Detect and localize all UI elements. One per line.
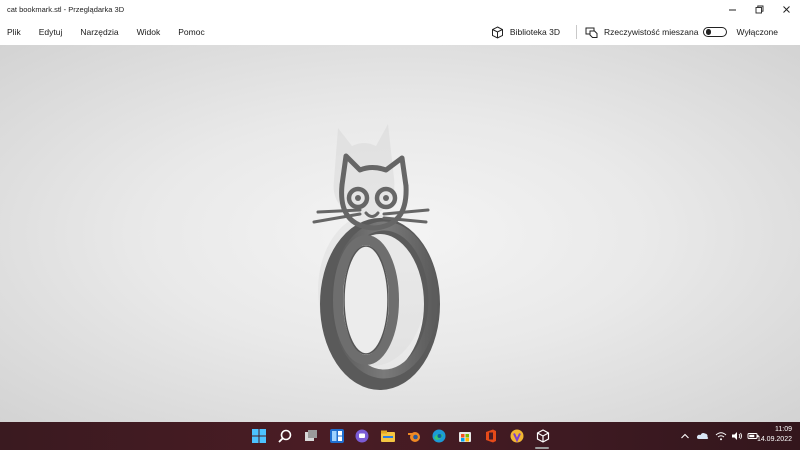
clock-time: 11:09 (775, 426, 792, 433)
clock-date: 14.09.2022 (756, 436, 792, 443)
cat-bookmark-model[interactable] (0, 45, 800, 422)
task-view-icon[interactable] (302, 427, 319, 444)
vpn-icon[interactable] (508, 427, 525, 444)
edge-icon[interactable] (430, 427, 447, 444)
library-3d-button[interactable]: Biblioteka 3D (491, 25, 561, 39)
mixed-reality-toggle[interactable] (702, 27, 727, 37)
mixed-reality-button[interactable]: Rzeczywistość mieszana (585, 26, 699, 39)
menu-right-group: Biblioteka 3D Rzeczywistość mieszana Wył… (491, 19, 778, 45)
3d-viewer-icon[interactable] (534, 427, 551, 444)
maximize-button[interactable] (746, 0, 773, 19)
cloud-icon[interactable] (696, 431, 710, 441)
menu-divider (576, 25, 578, 39)
windows-start-icon[interactable] (250, 427, 267, 444)
title-bar: cat bookmark.stl - Przeglądarka 3D (0, 0, 800, 19)
menu-tools[interactable]: Narzędzia (80, 27, 118, 37)
window-controls (719, 0, 800, 19)
wifi-icon[interactable] (715, 431, 727, 441)
file-explorer-icon[interactable] (379, 427, 396, 444)
cube-icon (491, 25, 503, 39)
menu-edit[interactable]: Edytuj (39, 27, 63, 37)
blender-icon[interactable] (405, 427, 422, 444)
system-tray (680, 422, 760, 450)
menu-help[interactable]: Pomoc (178, 27, 204, 37)
library-3d-label: Biblioteka 3D (509, 27, 561, 37)
chat-icon[interactable] (353, 427, 370, 444)
close-button[interactable] (773, 0, 800, 19)
minimize-icon (729, 9, 736, 11)
toggle-knob (705, 29, 711, 35)
taskbar: 11:09 14.09.2022 (0, 422, 800, 450)
store-icon[interactable] (456, 427, 473, 444)
widgets-icon[interactable] (328, 427, 345, 444)
chevron-up-icon[interactable] (680, 431, 690, 441)
window-title: cat bookmark.stl - Przeglądarka 3D (7, 5, 125, 14)
restore-icon (755, 5, 764, 14)
menu-view[interactable]: Widok (137, 27, 161, 37)
minimize-button[interactable] (719, 0, 746, 19)
mixed-reality-label: Rzeczywistość mieszana (604, 27, 699, 37)
active-app-indicator (535, 447, 549, 449)
menu-bar: Plik Edytuj Narzędzia Widok Pomoc Biblio… (0, 19, 800, 45)
toggle-state-label: Wyłączone (736, 27, 779, 37)
mixed-reality-icon (585, 27, 598, 38)
taskbar-clock[interactable]: 11:09 14.09.2022 (757, 425, 792, 445)
office-icon[interactable] (482, 427, 499, 444)
search-icon[interactable] (276, 427, 293, 444)
volume-icon[interactable] (731, 431, 743, 441)
3d-viewport[interactable] (0, 45, 800, 422)
close-icon (783, 6, 790, 13)
menu-file[interactable]: Plik (7, 27, 21, 37)
